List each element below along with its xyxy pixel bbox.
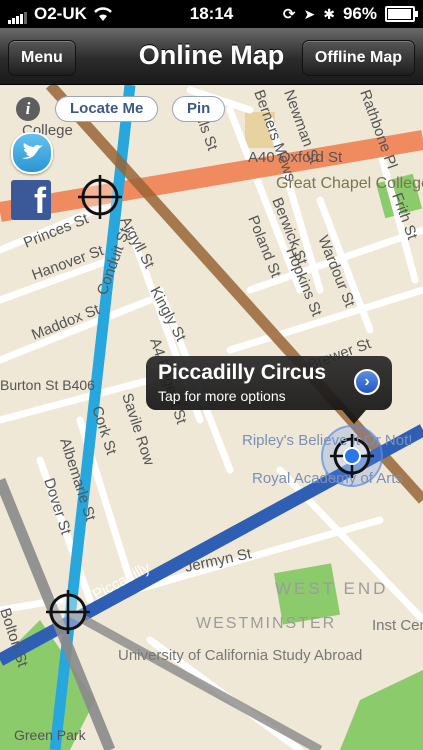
map-label-royal-academy: Royal Academy of Arts — [252, 470, 403, 487]
map-label-green-park: Green Park — [14, 727, 87, 743]
locate-me-button[interactable]: Locate Me — [55, 96, 159, 122]
map-label-westminster: WESTMINSTER — [196, 615, 336, 632]
info-icon[interactable]: i — [16, 97, 40, 121]
map-label-inst-center: Inst Center — [372, 617, 423, 634]
map-label-oxford-st: A40 Oxford St — [248, 149, 343, 166]
offline-map-button[interactable]: Offline Map — [301, 40, 415, 76]
navigation-bar: Menu Online Map Offline Map — [0, 28, 423, 85]
rotation-lock-icon: ⟳ — [282, 6, 296, 23]
location-arrow-icon: ➤ — [303, 5, 316, 22]
bluetooth-icon: ✱ — [323, 5, 335, 22]
chevron-right-icon[interactable]: › — [354, 369, 380, 395]
battery-icon — [385, 6, 418, 22]
map-label-ripleys: Ripley's Believe It Or Not! — [242, 432, 412, 449]
current-location-dot — [343, 447, 361, 465]
callout-subtitle: Tap for more options — [158, 388, 286, 404]
callout-title: Piccadilly Circus — [158, 361, 327, 384]
map-label-burton-st: Burton St B406 — [0, 377, 95, 393]
twitter-icon[interactable] — [11, 132, 53, 174]
facebook-glyph: f — [34, 180, 46, 221]
facebook-icon[interactable]: f — [11, 180, 51, 221]
pin-button[interactable]: Pin — [172, 96, 226, 122]
battery-percent: 96% — [342, 4, 377, 23]
location-callout[interactable]: Piccadilly Circus Tap for more options › — [146, 356, 392, 424]
status-bar: O2-UK 18:14 ⟳ ➤ ✱ 96% — [0, 0, 423, 28]
map-label-uni-california: University of California Study Abroad — [118, 647, 362, 664]
map-label-west-end: WEST END — [275, 579, 388, 598]
